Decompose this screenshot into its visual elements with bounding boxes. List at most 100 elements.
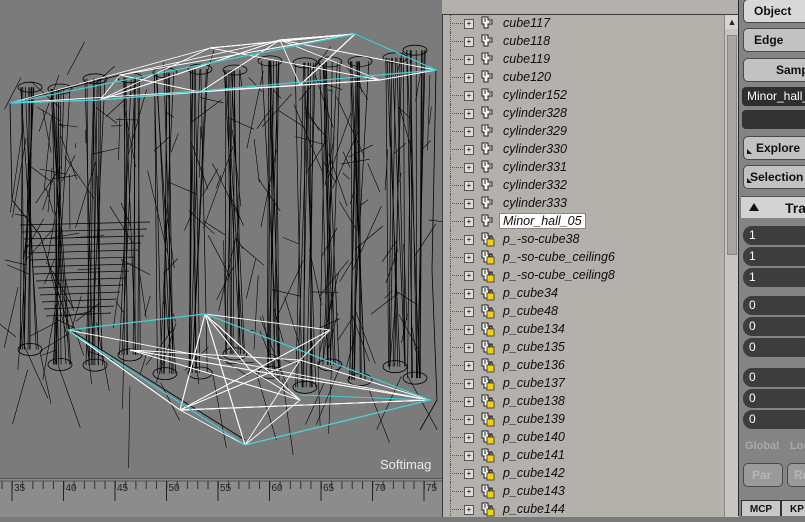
global-button[interactable]: Global	[745, 440, 779, 452]
par-button[interactable]: Par	[743, 463, 783, 487]
expand-plus-icon[interactable]: +	[464, 181, 474, 191]
tree-row-label: cylinder328	[503, 105, 567, 121]
expand-plus-icon[interactable]: +	[464, 37, 474, 47]
object-button[interactable]: Object	[743, 0, 805, 23]
locked-object-icon	[479, 465, 495, 481]
tree-row[interactable]: +p_cube138	[443, 392, 725, 410]
scale-y-field[interactable]: 1	[743, 247, 805, 266]
tree-row[interactable]: + p_cube134	[443, 320, 725, 338]
sample-button[interactable]: Samp	[743, 58, 805, 82]
translate-y-field[interactable]: 0	[743, 389, 805, 408]
tree-row-label: cube118	[503, 33, 550, 49]
expand-plus-icon[interactable]: +	[464, 91, 474, 101]
scale-z-field[interactable]: 1	[743, 268, 805, 287]
expand-plus-icon[interactable]: +	[464, 55, 474, 65]
tree-row[interactable]: +p_cube143	[443, 482, 725, 500]
tree-row[interactable]: +cylinder329	[443, 122, 725, 140]
explorer-scrollbar[interactable]: ▲	[724, 15, 739, 517]
expand-plus-icon[interactable]: +	[464, 307, 474, 317]
expand-plus-icon[interactable]: +	[464, 487, 474, 497]
tree-row[interactable]: + cylinder333	[443, 194, 725, 212]
tree-row-label: p_cube140	[503, 429, 565, 445]
tree-row[interactable]: +p_cube144	[443, 500, 725, 517]
tree-row-label: cube119	[503, 51, 550, 67]
tree-row[interactable]: +p_-so-cube_ceiling8	[443, 266, 725, 284]
tree-row[interactable]: +cylinder330	[443, 140, 725, 158]
tree-row[interactable]: +cylinder332	[443, 176, 725, 194]
tree-row-label: cylinder333	[503, 195, 567, 211]
tree-row[interactable]: +cube120	[443, 68, 725, 86]
tree-row[interactable]: +p_cube137	[443, 374, 725, 392]
scroll-up-arrow-icon[interactable]: ▲	[725, 15, 739, 29]
rotate-y-field[interactable]: 0	[743, 317, 805, 336]
tree-row[interactable]: +cube117	[443, 14, 725, 32]
local-button[interactable]: Loc	[790, 440, 805, 452]
expand-plus-icon[interactable]: +	[464, 289, 474, 299]
tree-row[interactable]: +cylinder331	[443, 158, 725, 176]
expand-plus-icon[interactable]: +	[464, 271, 474, 281]
locked-object-icon	[479, 249, 495, 265]
expand-plus-icon[interactable]: +	[464, 19, 474, 29]
expand-plus-icon[interactable]: +	[464, 253, 474, 263]
selection-button[interactable]: Selection	[743, 165, 805, 189]
expand-plus-icon[interactable]: +	[464, 73, 474, 83]
scene-explorer[interactable]: +cube117+cube118+cube119+cube120+cylinde…	[442, 14, 739, 517]
tree-row-label: p_cube48	[503, 303, 558, 319]
expand-plus-icon[interactable]: +	[464, 325, 474, 335]
expand-plus-icon[interactable]: +	[464, 163, 474, 173]
expand-plus-icon[interactable]: +	[464, 145, 474, 155]
explorer-tree: +cube117+cube118+cube119+cube120+cylinde…	[443, 14, 725, 517]
tree-row[interactable]: +p_cube142	[443, 464, 725, 482]
expand-plus-icon[interactable]: +	[464, 199, 474, 209]
expand-plus-icon[interactable]: +	[464, 433, 474, 443]
tree-row[interactable]: + p_cube140	[443, 428, 725, 446]
tree-row[interactable]: +cylinder152	[443, 86, 725, 104]
expand-plus-icon[interactable]: +	[464, 343, 474, 353]
expand-plus-icon[interactable]: +	[464, 397, 474, 407]
edge-button[interactable]: Edge	[743, 28, 805, 52]
tree-row[interactable]: + cube118	[443, 32, 725, 50]
mcp-tab[interactable]: MCP	[741, 500, 781, 516]
tree-row[interactable]: +p_cube136	[443, 356, 725, 374]
transform-header[interactable]: Tra	[741, 196, 805, 218]
explore-button[interactable]: Explore	[743, 136, 805, 160]
locked-object-icon	[479, 231, 495, 247]
expand-plus-icon[interactable]: +	[464, 217, 474, 227]
expand-plus-icon[interactable]: +	[464, 451, 474, 461]
locked-object-icon	[479, 393, 495, 409]
expand-plus-icon[interactable]: +	[464, 379, 474, 389]
tree-row[interactable]: +p_cube141	[443, 446, 725, 464]
scroll-thumb[interactable]	[727, 35, 737, 255]
locked-object-icon	[479, 447, 495, 463]
tree-row-label: p_cube134	[503, 321, 565, 337]
object-name-field[interactable]: Minor_hall_	[742, 87, 805, 106]
scale-x-field[interactable]: 1	[743, 226, 805, 245]
tree-row[interactable]: +p_cube139	[443, 410, 725, 428]
blank-field[interactable]	[742, 110, 805, 129]
tree-row[interactable]: +p_-so-cube_ceiling6	[443, 248, 725, 266]
translate-x-field[interactable]: 0	[743, 368, 805, 387]
expand-plus-icon[interactable]: +	[464, 469, 474, 479]
ref-button[interactable]: Re	[787, 463, 805, 487]
rotate-z-field[interactable]: 0	[743, 338, 805, 357]
explore-button-label: Explore	[756, 141, 800, 155]
expand-plus-icon[interactable]: +	[464, 235, 474, 245]
tree-row[interactable]: +p_cube34	[443, 284, 725, 302]
expand-plus-icon[interactable]: +	[464, 415, 474, 425]
rotate-x-field[interactable]: 0	[743, 296, 805, 315]
expand-plus-icon[interactable]: +	[464, 109, 474, 119]
expand-plus-icon[interactable]: +	[464, 361, 474, 371]
timeline-ruler[interactable]: 354045505560657075	[0, 479, 442, 517]
timeline[interactable]: 354045505560657075	[0, 478, 442, 517]
3d-viewport[interactable]: Softimag	[0, 0, 442, 478]
expand-plus-icon[interactable]: +	[464, 505, 474, 515]
tree-row[interactable]: + p_cube48	[443, 302, 725, 320]
tree-row[interactable]: +p_cube135	[443, 338, 725, 356]
tree-row[interactable]: + cylinder328	[443, 104, 725, 122]
expand-plus-icon[interactable]: +	[464, 127, 474, 137]
tree-row[interactable]: +p_-so-cube38	[443, 230, 725, 248]
translate-z-field[interactable]: 0	[743, 410, 805, 429]
tree-row[interactable]: + cube119	[443, 50, 725, 68]
tree-row[interactable]: +Minor_hall_05	[443, 212, 725, 230]
kp-tab[interactable]: KP	[781, 500, 805, 516]
